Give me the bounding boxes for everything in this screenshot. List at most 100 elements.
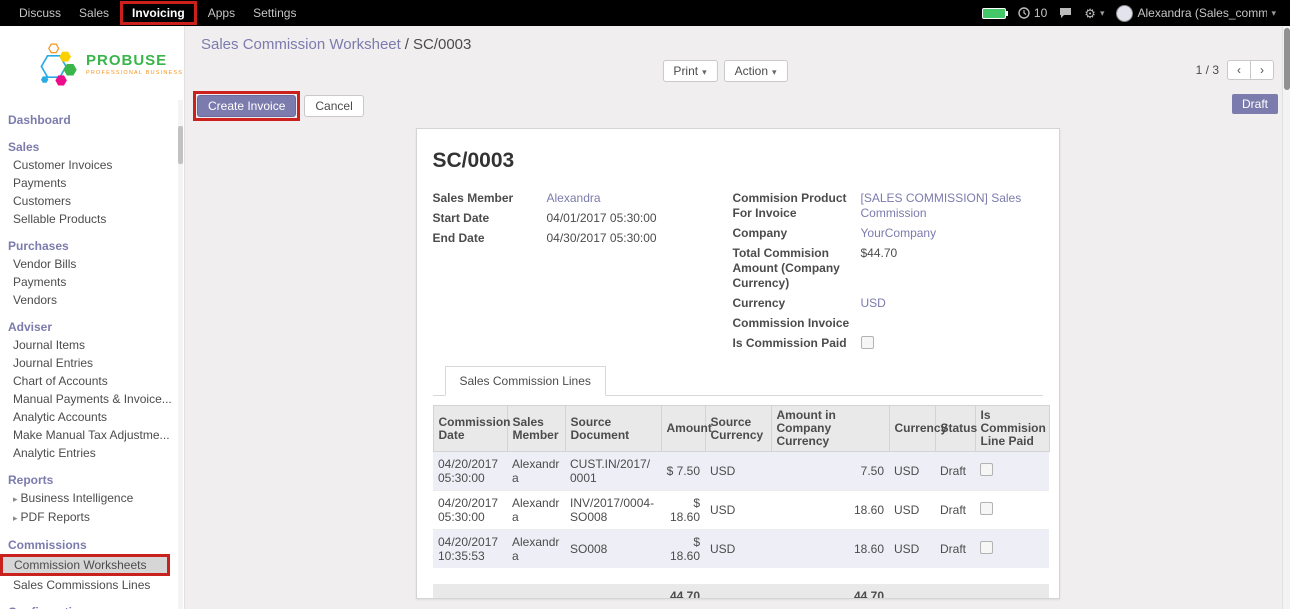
cancel-button[interactable]: Cancel [304,95,363,117]
sidebar-section-adviser[interactable]: Adviser [0,318,184,336]
page-scroll-thumb[interactable] [1284,28,1290,90]
sidebar-section-dashboard[interactable]: Dashboard [0,111,184,129]
sidebar-item-tax-adjustment[interactable]: Make Manual Tax Adjustme... [0,426,184,444]
sidebar-item-sellable-products[interactable]: Sellable Products [0,210,184,228]
col-currency[interactable]: Currency [889,406,935,452]
sidebar-section-reports[interactable]: Reports [0,471,184,489]
sidebar-section-commissions[interactable]: Commissions [0,536,184,554]
field-label: End Date [433,231,547,246]
sidebar: PROBUSE PROFESSIONAL BUSINESS Dashboard … [0,26,185,609]
field-end-date: End Date 04/30/2017 05:30:00 [433,231,733,246]
sales-member-link[interactable]: Alexandra [547,191,601,206]
col-sales-member[interactable]: Sales Member [507,406,565,452]
create-invoice-button[interactable]: Create Invoice [197,95,296,117]
pager-next-button[interactable]: › [1250,60,1274,80]
cell-amount: $ 18.60 [661,530,705,569]
sidebar-item-payments-purchase[interactable]: Payments [0,273,184,291]
table-header-row: Commission Date Sales Member Source Docu… [433,406,1049,452]
cell-paid [975,530,1049,569]
sidebar-scrollbar[interactable] [178,100,183,609]
logo-title: PROBUSE [86,52,183,69]
table-row[interactable]: 04/20/2017 05:30:00 Alexandra INV/2017/0… [433,491,1049,530]
nav-discuss[interactable]: Discuss [10,0,70,26]
form-sheet: SC/0003 Sales Member Alexandra Start Dat… [416,128,1060,599]
navbar-apps: Discuss Sales Invoicing Apps Settings [0,0,305,26]
col-is-commission-line-paid[interactable]: Is Commision Line Paid [975,406,1049,452]
sidebar-item-analytic-accounts[interactable]: Analytic Accounts [0,408,184,426]
col-status[interactable]: Status [935,406,975,452]
chevron-down-icon: ▾ [702,67,707,77]
nav-apps[interactable]: Apps [199,0,244,26]
chevron-right-icon: › [1260,63,1264,77]
sidebar-item-customer-invoices[interactable]: Customer Invoices [0,156,184,174]
print-dropdown-button[interactable]: Print ▾ [662,60,717,82]
sidebar-item-business-intelligence[interactable]: ▸Business Intelligence [0,489,184,508]
field-is-commission-paid: Is Commission Paid [733,336,1043,351]
field-label: Sales Member [433,191,547,206]
main-content: Sales Commission Worksheet/SC/0003 Print… [185,26,1290,609]
sidebar-item-chart-of-accounts[interactable]: Chart of Accounts [0,372,184,390]
sidebar-item-commission-worksheets[interactable]: Commission Worksheets [0,554,170,576]
total-amount: 44.70 [661,584,705,599]
annotation-box-invoicing: Invoicing [120,1,197,25]
sidebar-item-label: Business Intelligence [21,491,134,505]
debug-menu[interactable]: ⚙ ▾ [1084,7,1104,20]
nav-invoicing[interactable]: Invoicing [123,4,194,22]
col-amount[interactable]: Amount [661,406,705,452]
line-paid-checkbox [980,463,993,476]
currency-link[interactable]: USD [861,296,886,311]
sidebar-item-journal-entries[interactable]: Journal Entries [0,354,184,372]
sidebar-section-purchases[interactable]: Purchases [0,237,184,255]
breadcrumb-parent-link[interactable]: Sales Commission Worksheet [201,36,401,53]
field-label: Company [733,226,861,241]
action-dropdown-button[interactable]: Action▾ [724,60,788,82]
print-label: Print [673,64,698,78]
col-source-document[interactable]: Source Document [565,406,661,452]
activity-menu[interactable]: 10 [1018,6,1047,20]
field-label: Start Date [433,211,547,226]
sidebar-scroll-thumb[interactable] [178,126,183,164]
pager-previous-button[interactable]: ‹ [1227,60,1250,80]
cell-currency: USD [889,452,935,491]
sidebar-item-customers[interactable]: Customers [0,192,184,210]
messages-menu[interactable] [1059,7,1072,19]
cell-paid [975,452,1049,491]
cell-paid [975,491,1049,530]
breadcrumb-current: SC/0003 [413,36,471,53]
sidebar-section-configuration[interactable]: Configuration [0,603,184,609]
tab-sales-commission-lines[interactable]: Sales Commission Lines [445,366,606,396]
field-groups: Sales Member Alexandra Start Date 04/01/… [433,191,1043,351]
activity-count: 10 [1034,6,1047,20]
cell-currency: USD [889,530,935,569]
col-commission-date[interactable]: Commission Date [433,406,507,452]
table-totals-row: 44.70 44.70 [433,584,1049,599]
nav-sales[interactable]: Sales [70,0,118,26]
table-row[interactable]: 04/20/2017 05:30:00 Alexandra CUST.IN/20… [433,452,1049,491]
field-commission-product: Commision Product For Invoice [SALES COM… [733,191,1043,221]
sidebar-item-pdf-reports[interactable]: ▸PDF Reports [0,508,184,527]
chevron-down-icon: ▾ [1271,8,1276,19]
sidebar-item-payments[interactable]: Payments [0,174,184,192]
commission-lines-table: Commission Date Sales Member Source Docu… [433,405,1050,599]
nav-settings[interactable]: Settings [244,0,305,26]
sidebar-item-vendor-bills[interactable]: Vendor Bills [0,255,184,273]
company-link[interactable]: YourCompany [861,226,937,241]
sidebar-section-sales[interactable]: Sales [0,138,184,156]
user-menu[interactable]: Alexandra (Sales_comm... ▾ [1116,5,1276,22]
sidebar-item-vendors[interactable]: Vendors [0,291,184,309]
col-amount-company-currency[interactable]: Amount in Company Currency [771,406,889,452]
field-start-date: Start Date 04/01/2017 05:30:00 [433,211,733,226]
col-source-currency[interactable]: Source Currency [705,406,771,452]
commission-product-link[interactable]: [SALES COMMISSION] Sales Commission [861,191,1026,221]
field-total-commission-amount: Total Commision Amount (Company Currency… [733,246,1043,291]
sidebar-item-manual-payments[interactable]: Manual Payments & Invoice... [0,390,184,408]
sidebar-item-journal-items[interactable]: Journal Items [0,336,184,354]
sidebar-item-sales-commissions-lines[interactable]: Sales Commissions Lines [0,576,184,594]
page-scrollbar[interactable] [1282,26,1290,609]
cell-source: CUST.IN/2017/0001 [565,452,661,491]
table-spacer-row [433,568,1049,584]
action-label: Action [735,64,768,78]
chevron-left-icon: ‹ [1237,63,1241,77]
sidebar-item-analytic-entries[interactable]: Analytic Entries [0,444,184,462]
table-row[interactable]: 04/20/2017 10:35:53 Alexandra SO008 $ 18… [433,530,1049,569]
